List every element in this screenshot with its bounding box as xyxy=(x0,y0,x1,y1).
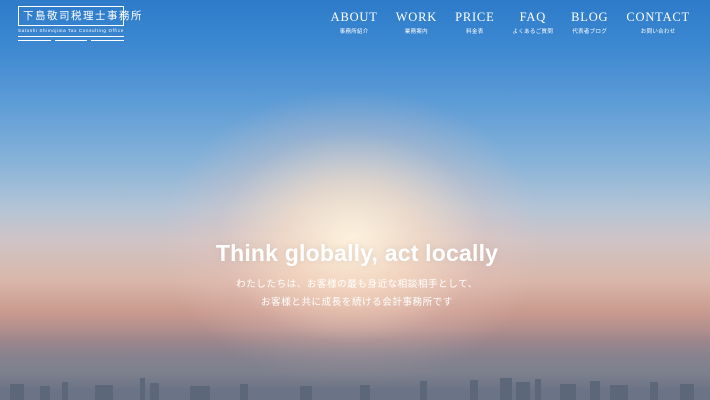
nav-item-about[interactable]: ABOUT 事務所紹介 xyxy=(331,10,378,35)
nav-label: FAQ xyxy=(519,10,547,24)
site-logo[interactable]: 下島敬司税理士事務所 Satoshi Shimojima Tax Consult… xyxy=(18,6,142,41)
hero-headline: Think globally, act locally xyxy=(215,240,499,267)
hero-background xyxy=(0,0,710,400)
hero-subcopy-line: わたしたちは、お客様の最も身近な相談相手として、 xyxy=(236,279,478,290)
nav-item-blog[interactable]: BLOG 代表者ブログ xyxy=(571,10,608,35)
logo-rule xyxy=(18,36,124,37)
nav-sublabel: 代表者ブログ xyxy=(572,29,608,35)
logo-title: 下島敬司税理士事務所 xyxy=(18,6,142,26)
nav-item-work[interactable]: WORK 業務案内 xyxy=(396,10,437,35)
main-nav: ABOUT 事務所紹介 WORK 業務案内 PRICE 料金表 FAQ よくある… xyxy=(313,10,690,35)
nav-sublabel: 業務案内 xyxy=(404,29,428,35)
nav-label: CONTACT xyxy=(626,10,690,24)
nav-label: ABOUT xyxy=(330,10,378,24)
nav-label: PRICE xyxy=(455,10,495,24)
city-skyline xyxy=(0,378,710,400)
nav-label: WORK xyxy=(395,10,438,24)
hero-subcopy-line: お客様と共に成長を続ける会計事務所です xyxy=(261,297,453,308)
logo-rule-segmented xyxy=(18,40,125,41)
logo-subtitle: Satoshi Shimojima Tax Consulting Office xyxy=(18,28,124,33)
nav-item-price[interactable]: PRICE 料金表 xyxy=(455,10,494,35)
nav-item-faq[interactable]: FAQ よくあるご質問 xyxy=(513,10,554,35)
hero-subcopy: わたしたちは、お客様の最も身近な相談相手として、 お客様と共に成長を続ける会計事… xyxy=(0,276,710,312)
nav-sublabel: 事務所紹介 xyxy=(339,29,369,35)
nav-label: BLOG xyxy=(571,10,609,24)
nav-sublabel: 料金表 xyxy=(466,29,484,35)
nav-sublabel: よくあるご質問 xyxy=(512,29,554,35)
nav-sublabel: お問い合わせ xyxy=(640,29,676,35)
nav-item-contact[interactable]: CONTACT お問い合わせ xyxy=(626,10,690,35)
